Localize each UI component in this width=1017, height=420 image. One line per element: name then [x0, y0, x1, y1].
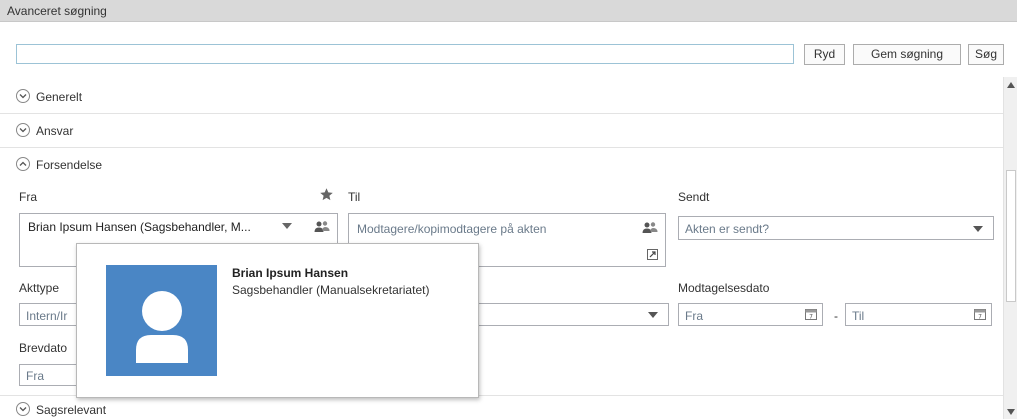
section-generelt[interactable]: Generelt [0, 80, 1003, 114]
people-icon[interactable] [642, 221, 658, 235]
fra-label: Fra [19, 190, 37, 204]
chevron-down-icon[interactable] [16, 89, 30, 103]
user-icon [136, 291, 188, 363]
section-label: Ansvar [36, 124, 74, 138]
clear-button[interactable]: Ryd [804, 44, 845, 65]
scroll-up-icon[interactable] [1007, 82, 1015, 88]
chevron-down-icon[interactable] [973, 226, 983, 232]
chevron-down-icon[interactable] [16, 402, 30, 416]
sendt-label: Sendt [678, 190, 710, 204]
search-input[interactable] [16, 44, 794, 64]
fra-value: Brian Ipsum Hansen (Sagsbehandler, M... [28, 220, 251, 234]
section-ansvar[interactable]: Ansvar [0, 114, 1003, 148]
avatar [106, 265, 217, 376]
save-search-button[interactable]: Gem søgning [853, 44, 961, 65]
people-icon[interactable] [314, 220, 330, 234]
sendt-select[interactable]: Akten er sendt? [678, 216, 994, 240]
modtagelsesdato-from-field[interactable]: Fra 7 [678, 303, 823, 326]
brevdato-from-placeholder: Fra [26, 369, 44, 383]
svg-text:7: 7 [978, 314, 982, 321]
modtagelsesdato-to-field[interactable]: Til 7 [845, 303, 992, 326]
akttype-placeholder: Intern/Ir [26, 309, 68, 323]
til-placeholder: Modtagere/kopimodtagere på akten [357, 222, 547, 236]
vertical-scrollbar[interactable] [1003, 77, 1017, 419]
section-label: Generelt [36, 90, 83, 104]
star-icon[interactable] [319, 187, 334, 202]
scroll-down-icon[interactable] [1007, 409, 1015, 415]
expand-icon[interactable] [647, 249, 658, 260]
contact-name: Brian Ipsum Hansen [232, 266, 349, 280]
window-titlebar: Avanceret søgning [0, 0, 1017, 22]
contact-role: Sagsbehandler (Manualsekretariatet) [232, 283, 430, 297]
svg-text:7: 7 [809, 314, 813, 321]
calendar-icon[interactable]: 7 [805, 308, 817, 320]
date-range-separator: - [834, 309, 838, 323]
modtagelsesdato-label: Modtagelsesdato [678, 281, 770, 295]
search-button[interactable]: Søg [968, 44, 1004, 65]
chevron-down-icon[interactable] [16, 123, 30, 137]
akttype-label: Akttype [19, 281, 60, 295]
section-label: Forsendelse [36, 158, 103, 172]
sendt-placeholder: Akten er sendt? [685, 222, 770, 236]
section-label: Sagsrelevant [36, 403, 107, 417]
chevron-up-icon[interactable] [16, 157, 30, 171]
modtagelsesdato-from-placeholder: Fra [685, 309, 703, 323]
contact-card-popup: Brian Ipsum Hansen Sagsbehandler (Manual… [76, 243, 479, 398]
brevdato-label: Brevdato [19, 341, 68, 355]
chevron-down-icon[interactable] [282, 223, 292, 229]
modtagelsesdato-to-placeholder: Til [852, 309, 865, 323]
til-label: Til [348, 190, 361, 204]
calendar-icon[interactable]: 7 [974, 308, 986, 320]
section-sagsrelevant[interactable]: Sagsrelevant [0, 395, 1003, 420]
chevron-down-icon[interactable] [648, 312, 658, 318]
scroll-thumb[interactable] [1006, 170, 1016, 302]
section-forsendelse[interactable]: Forsendelse [0, 148, 1003, 181]
window-title: Avanceret søgning [7, 4, 107, 18]
